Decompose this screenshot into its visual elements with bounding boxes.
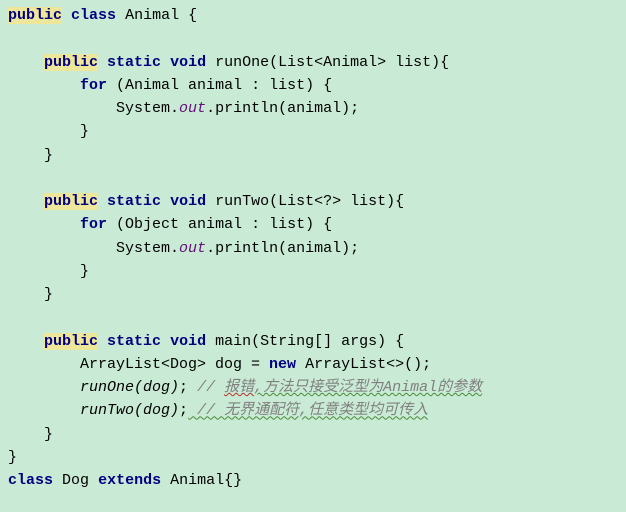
kw-static: static	[107, 193, 161, 210]
params: (List<?> list){	[269, 193, 404, 210]
kw-void: void	[170, 193, 206, 210]
code-block: public class Animal { public static void…	[0, 0, 626, 496]
arraylist-decl: ArrayList<Dog> dog =	[80, 356, 269, 373]
call-arg: (dog)	[134, 402, 179, 419]
brace: }	[44, 426, 53, 443]
brace: }	[80, 263, 89, 280]
cls-dog: Dog	[62, 472, 89, 489]
call-arg: (dog)	[134, 379, 179, 396]
for-head: (Animal animal : list) {	[116, 77, 332, 94]
kw-public: public	[44, 54, 98, 71]
arraylist-new: ArrayList<>();	[296, 356, 431, 373]
kw-for: for	[80, 77, 107, 94]
for-head: (Object animal : list) {	[116, 216, 332, 233]
println: .println(animal);	[206, 100, 359, 117]
kw-public: public	[44, 333, 98, 350]
kw-static: static	[107, 333, 161, 350]
brace: }	[44, 147, 53, 164]
comment-2: // 无界通配符,任意类型均可传入	[188, 402, 428, 419]
method-main: main	[215, 333, 251, 350]
kw-new: new	[269, 356, 296, 373]
kw-for: for	[80, 216, 107, 233]
brace: }	[44, 286, 53, 303]
semi: ;	[179, 402, 188, 419]
kw-void: void	[170, 333, 206, 350]
brace: {	[179, 7, 197, 24]
kw-void: void	[170, 54, 206, 71]
method-runtwo: runTwo	[215, 193, 269, 210]
println: .println(animal);	[206, 240, 359, 257]
kw-static: static	[107, 54, 161, 71]
method-runone: runOne	[215, 54, 269, 71]
runtwo-call: runTwo	[80, 402, 134, 419]
kw-extends: extends	[98, 472, 161, 489]
sys: System.	[116, 240, 179, 257]
params: (List<Animal> list){	[269, 54, 449, 71]
cls-animal: Animal	[170, 472, 224, 489]
semi: ;	[179, 379, 188, 396]
out-field: out	[179, 240, 206, 257]
runone-call: runOne	[80, 379, 134, 396]
sys: System.	[116, 100, 179, 117]
cls-animal: Animal	[125, 7, 179, 24]
out-field: out	[179, 100, 206, 117]
kw-public: public	[8, 7, 62, 24]
params: (String[] args) {	[251, 333, 404, 350]
brace: }	[80, 123, 89, 140]
kw-class: class	[71, 7, 116, 24]
kw-class: class	[8, 472, 53, 489]
class-body: {}	[224, 472, 242, 489]
brace: }	[8, 449, 17, 466]
kw-public: public	[44, 193, 98, 210]
comment-1: // 报错,方法只接受泛型为Animal的参数	[188, 379, 482, 396]
